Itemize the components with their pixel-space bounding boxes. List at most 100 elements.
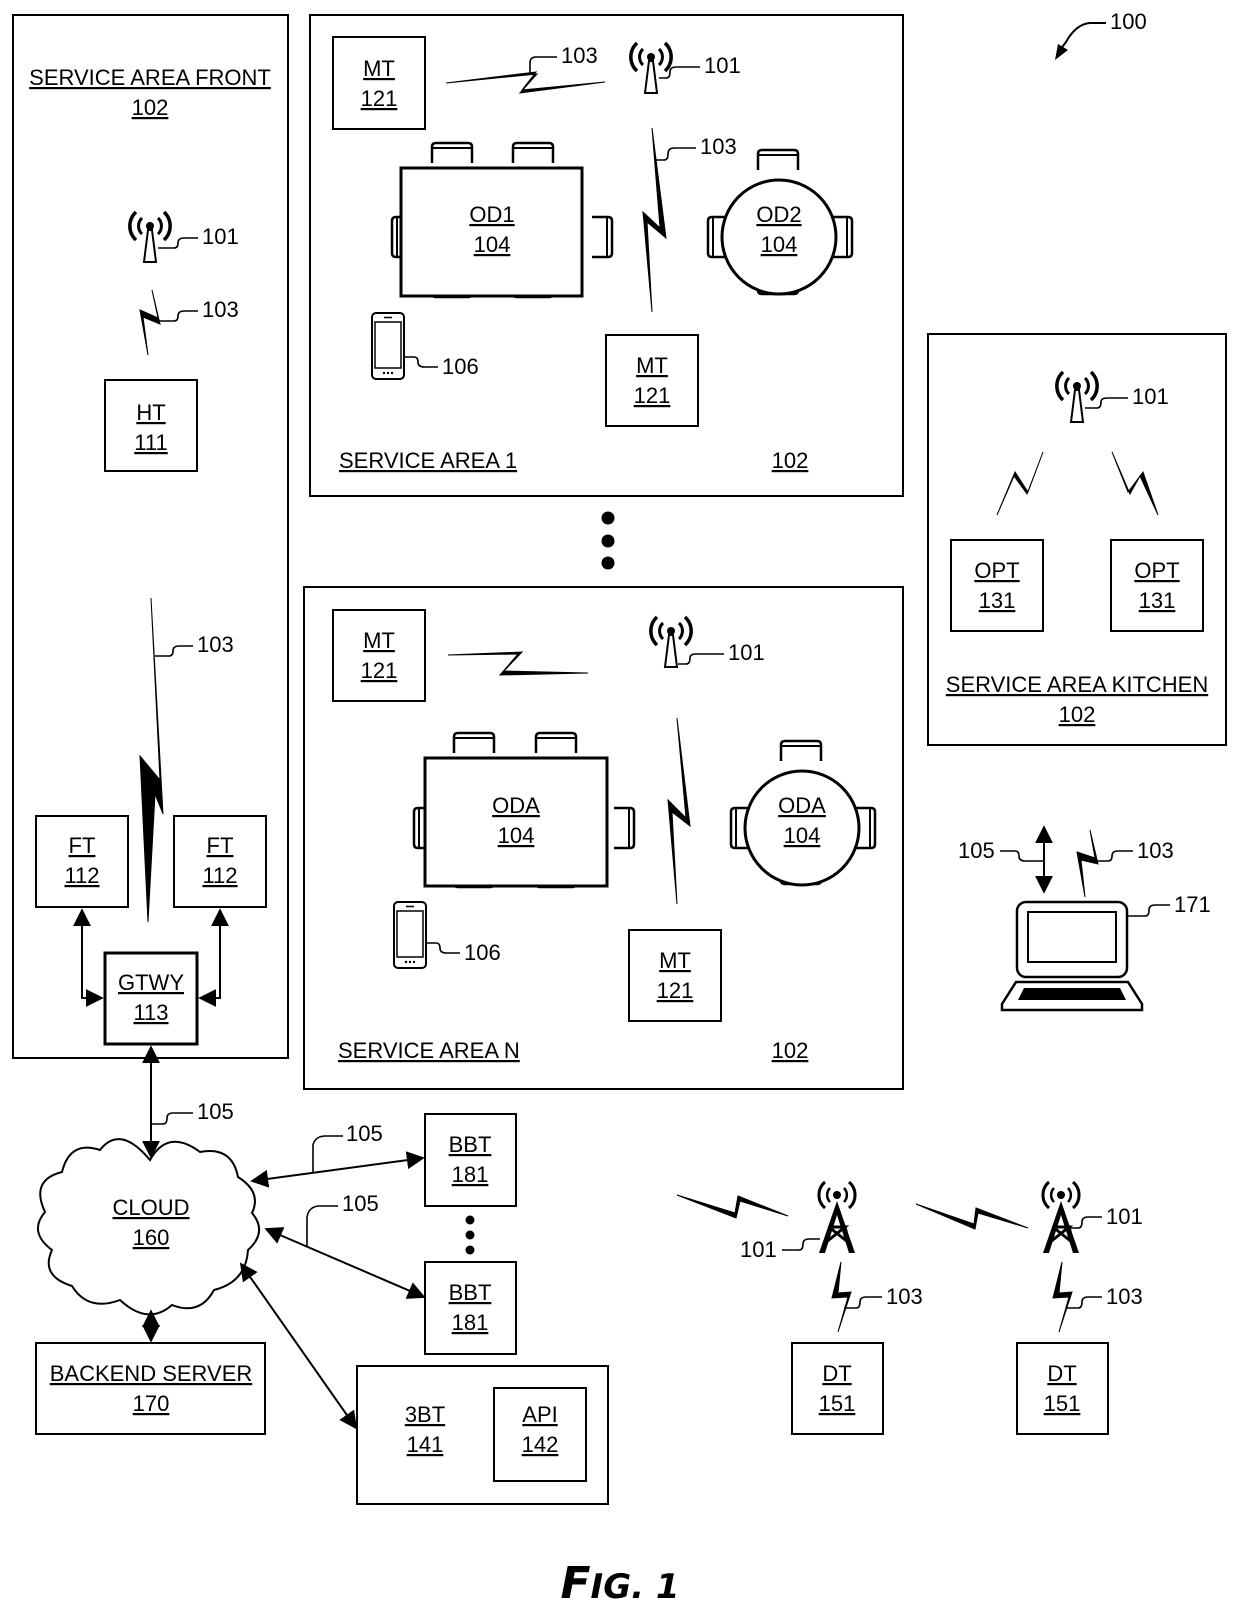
oda-name: ODA xyxy=(778,793,826,818)
opt-name: OPT xyxy=(1134,558,1179,583)
wireless-link-icon xyxy=(1052,1261,1073,1333)
opt-box-right[interactable] xyxy=(1110,539,1204,632)
service-area-n: MT 121 101 ODA 104 ODA 104 106 MT 121 SE… xyxy=(303,586,904,1090)
backend-server-box[interactable] xyxy=(35,1342,266,1435)
figure-caption: FIG. 1 xyxy=(560,1558,679,1609)
wireless-link-icon xyxy=(447,651,589,676)
mt-ref: 121 xyxy=(361,658,398,683)
od2-name: OD2 xyxy=(756,202,801,227)
mobile-device-icon[interactable] xyxy=(393,901,427,969)
od1-ref: 104 xyxy=(474,232,511,257)
ft-box-right[interactable] xyxy=(173,815,267,908)
access-point-ref: 101 xyxy=(202,224,239,249)
mt-box[interactable] xyxy=(605,334,699,427)
wireless-link-icon xyxy=(642,127,667,313)
dt-name: DT xyxy=(822,1361,851,1386)
opt-name: OPT xyxy=(974,558,1019,583)
dt-ref: 151 xyxy=(1044,1391,1081,1416)
bbt-ref: 181 xyxy=(452,1162,489,1187)
delivery-network: 101 101 103 103 DT 151 DT 151 xyxy=(676,1180,1143,1435)
table-oda-surface xyxy=(423,756,609,888)
mobile-device-ref: 106 xyxy=(442,354,479,379)
leader-line xyxy=(306,1205,338,1246)
mt-ref: 121 xyxy=(657,978,694,1003)
bbt-name: BBT xyxy=(449,1280,492,1305)
leader-line xyxy=(151,1112,193,1125)
wired-link-ref: 105 xyxy=(197,1099,234,1124)
dt-box-left[interactable] xyxy=(791,1342,884,1435)
ht-name: HT xyxy=(136,400,165,425)
service-area-1-ref: 102 xyxy=(772,448,809,473)
opt-ref: 131 xyxy=(1139,588,1176,613)
bbt-box-top[interactable] xyxy=(424,1113,517,1207)
access-point-icon xyxy=(128,210,172,264)
figure-ref: 100 xyxy=(1055,9,1147,60)
access-point-ref: 101 xyxy=(1132,384,1169,409)
mt-box[interactable] xyxy=(628,929,722,1022)
table-od1[interactable]: OD1 104 xyxy=(390,141,614,299)
dt-box-right[interactable] xyxy=(1016,1342,1109,1435)
access-point-ref: 101 xyxy=(740,1237,777,1262)
access-point-ref: 101 xyxy=(728,640,765,665)
wireless-link-icon xyxy=(667,717,691,905)
wireless-link-icon xyxy=(445,71,606,94)
mt-name: MT xyxy=(363,56,395,81)
mt-name: MT xyxy=(659,948,691,973)
cloud[interactable]: CLOUD 160 xyxy=(37,1138,260,1316)
leader-line xyxy=(312,1135,343,1172)
leader-line xyxy=(1066,1296,1102,1309)
service-area-kitchen-title: SERVICE AREA KITCHEN xyxy=(946,672,1208,697)
ellipsis-bbt xyxy=(465,1215,475,1255)
bbt-box-bottom[interactable] xyxy=(424,1261,517,1355)
access-point-ref: 101 xyxy=(704,53,741,78)
mt-box[interactable] xyxy=(332,36,426,130)
third-party-name: 3BT xyxy=(405,1402,445,1427)
bbt-ref: 181 xyxy=(452,1310,489,1335)
wired-link-ref: 105 xyxy=(346,1121,383,1146)
ht-box[interactable] xyxy=(104,379,198,472)
wireless-link-ref: 103 xyxy=(886,1284,923,1309)
bbt-name: BBT xyxy=(449,1132,492,1157)
cell-tower-icon xyxy=(1041,1180,1081,1255)
leader-line xyxy=(404,356,438,368)
figure-caption-rest: IG. 1 xyxy=(591,1567,680,1607)
oda-ref: 104 xyxy=(784,823,821,848)
leader-line xyxy=(155,645,193,657)
leader-line xyxy=(529,56,557,74)
mobile-device-icon[interactable] xyxy=(371,312,405,380)
cloud-ref: 160 xyxy=(133,1225,170,1250)
mt-name: MT xyxy=(636,353,668,378)
backend-server-ref: 170 xyxy=(133,1391,170,1416)
ft-box-left[interactable] xyxy=(35,815,129,908)
wireless-link-ref: 103 xyxy=(1106,1284,1143,1309)
wireless-link-icon xyxy=(1076,829,1099,898)
laptop[interactable]: 105 103 171 xyxy=(958,825,1211,1012)
dt-ref: 151 xyxy=(819,1391,856,1416)
link-cloud-bbt-bottom xyxy=(264,1227,426,1299)
leader-line xyxy=(678,653,724,665)
leader-line xyxy=(1127,904,1170,917)
cell-tower-icon xyxy=(817,1180,857,1255)
table-oda-round[interactable]: ODA 104 xyxy=(729,739,877,887)
mt-box[interactable] xyxy=(332,609,426,702)
table-od2[interactable]: OD2 104 xyxy=(706,148,854,296)
ft-name: FT xyxy=(69,833,96,858)
wireless-link-ref: 103 xyxy=(561,43,598,68)
ellipsis-service-areas xyxy=(601,511,615,570)
leader-line xyxy=(655,147,696,161)
service-area-front-ref: 102 xyxy=(132,95,169,120)
od1-name: OD1 xyxy=(469,202,514,227)
figure-ref-number: 100 xyxy=(1110,9,1147,34)
table-oda-rect[interactable]: ODA 104 xyxy=(412,731,636,889)
wireless-link-icon xyxy=(139,289,161,356)
opt-box-left[interactable] xyxy=(950,539,1044,632)
service-area-1: MT 121 103 101 103 OD1 104 OD2 104 106 M… xyxy=(309,14,904,497)
mobile-device-ref: 106 xyxy=(464,940,501,965)
service-area-1-title: SERVICE AREA 1 xyxy=(339,448,517,473)
dt-name: DT xyxy=(1047,1361,1076,1386)
leader-line xyxy=(426,942,460,954)
leader-line xyxy=(844,1296,882,1309)
leader-line xyxy=(158,310,198,322)
gateway-box[interactable] xyxy=(103,951,199,1046)
ft-name: FT xyxy=(207,833,234,858)
